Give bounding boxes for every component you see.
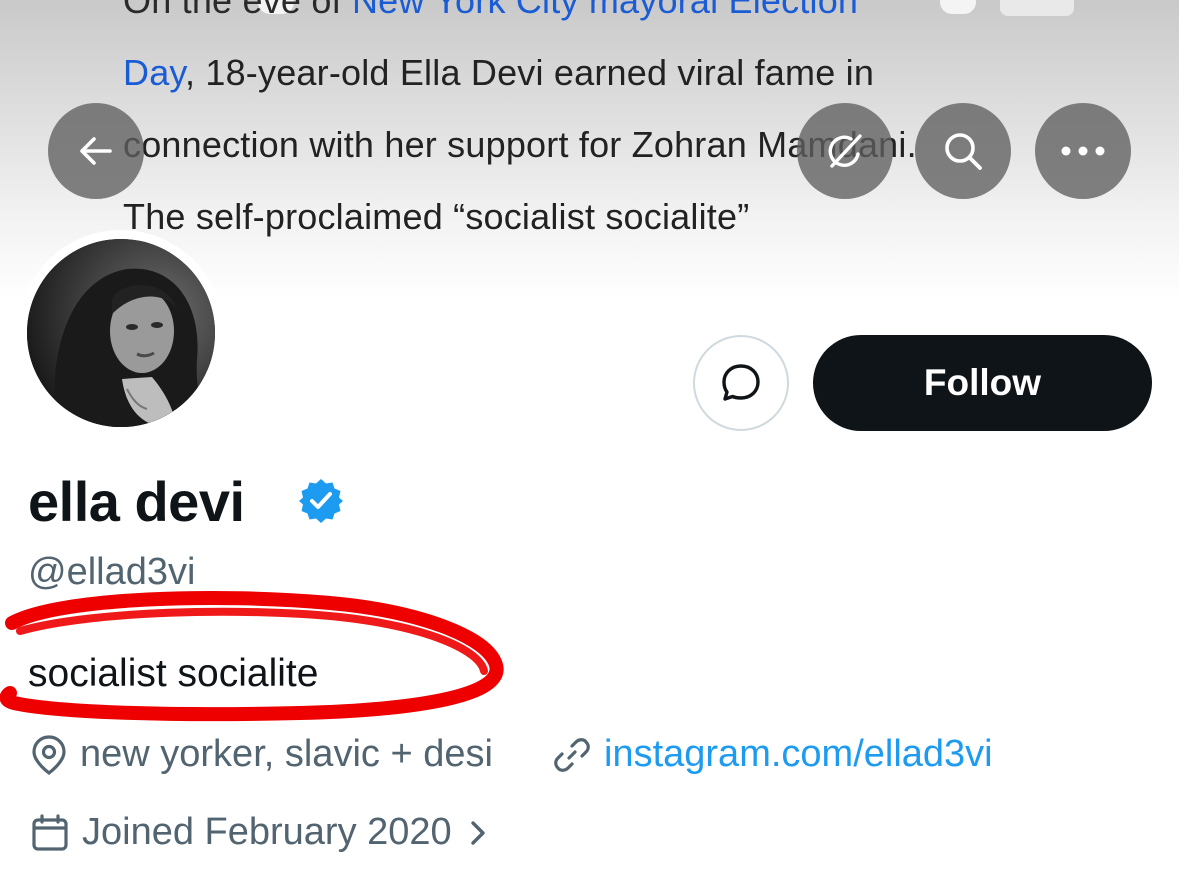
- search-button[interactable]: [915, 103, 1011, 199]
- banner-text-line: Day, 18-year-old Ella Devi earned viral …: [123, 52, 875, 93]
- more-icon: [1061, 146, 1105, 156]
- location-pin-icon: [32, 734, 66, 775]
- verified-badge-icon[interactable]: [296, 476, 346, 526]
- website-link[interactable]: instagram.com/ellad3vi: [604, 733, 993, 776]
- profile-join-date[interactable]: Joined February 2020: [30, 811, 500, 854]
- profile-location: new yorker, slavic + desi: [30, 733, 493, 776]
- banner-text-line: The self-proclaimed “socialist socialite…: [123, 196, 750, 237]
- back-button[interactable]: [48, 103, 144, 199]
- more-options-button[interactable]: [1035, 103, 1131, 199]
- message-button[interactable]: [693, 335, 789, 431]
- chevron-right-icon: [470, 820, 485, 845]
- grok-button[interactable]: [797, 103, 893, 199]
- search-icon: [945, 133, 982, 170]
- join-date-text: Joined February 2020: [82, 811, 452, 853]
- avatar[interactable]: [27, 239, 215, 427]
- status-bar-fragment: [940, 0, 976, 14]
- profile-bio: socialist socialite: [28, 652, 319, 695]
- profile-photo: [27, 239, 215, 427]
- status-bar-fragment: [1000, 0, 1074, 16]
- arrow-left-icon: [80, 137, 112, 165]
- grok-icon: [828, 134, 862, 168]
- display-name: ella devi: [28, 470, 245, 533]
- location-text: new yorker, slavic + desi: [80, 733, 493, 775]
- calendar-icon: [32, 813, 68, 851]
- banner-text-line: On the eve of New York City mayoral Elec…: [123, 0, 859, 21]
- link-icon: [554, 737, 590, 772]
- profile-website[interactable]: instagram.com/ellad3vi: [552, 733, 993, 776]
- message-icon: [722, 364, 760, 401]
- follow-button[interactable]: Follow: [813, 335, 1152, 431]
- user-handle: @ellad3vi: [28, 551, 196, 593]
